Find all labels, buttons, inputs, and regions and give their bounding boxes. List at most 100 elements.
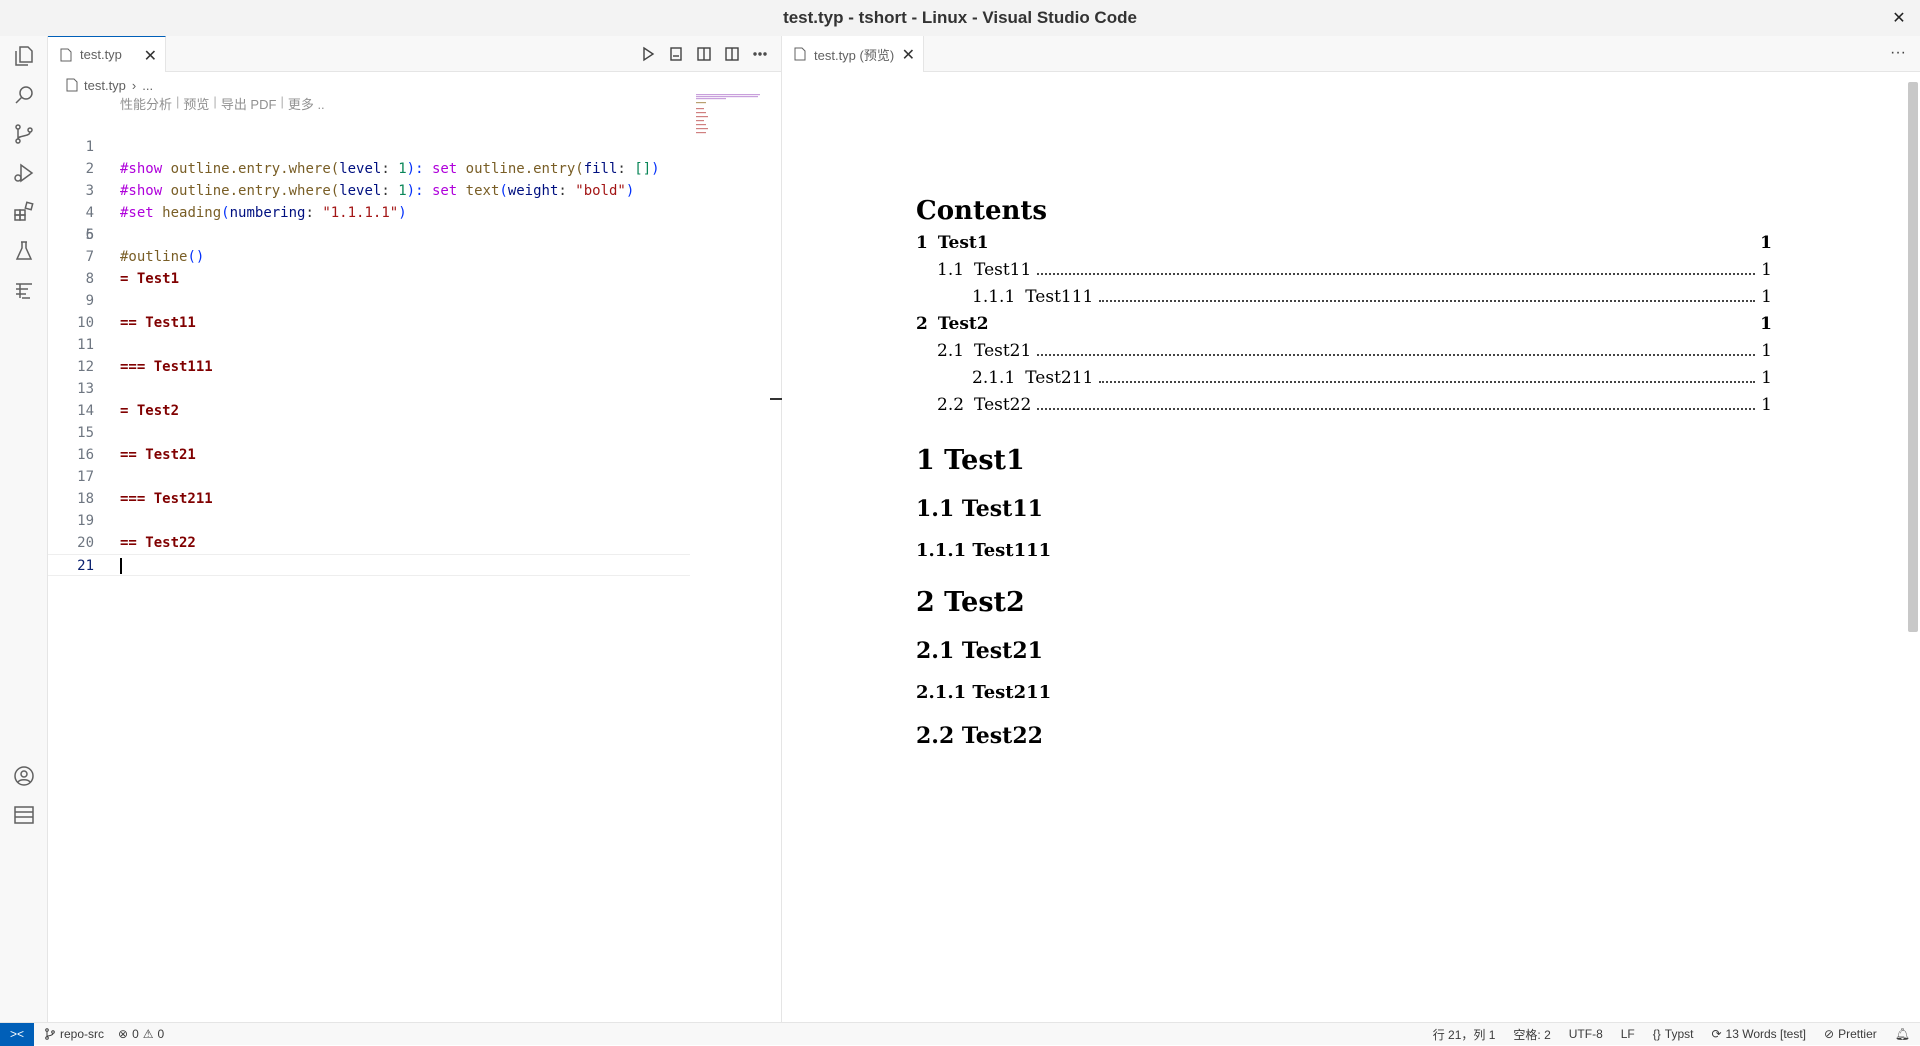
toc-entry[interactable]: 2 Test2 1 <box>916 311 1772 338</box>
word-count[interactable]: ⟳ 13 Words [test] <box>1711 1027 1806 1041</box>
codelens-preview[interactable]: 预览 <box>183 94 209 114</box>
code-line[interactable]: 13 <box>48 378 688 400</box>
code-editor[interactable]: 1 #show outline.entry.where(level: 1): s… <box>48 114 690 576</box>
warning-icon: ⚠ <box>142 1027 154 1041</box>
window-close-icon[interactable]: ✕ <box>1888 7 1910 29</box>
encoding[interactable]: UTF-8 <box>1569 1027 1603 1041</box>
testing-icon[interactable] <box>10 237 38 265</box>
code-line[interactable]: 9 <box>48 290 688 312</box>
account-icon[interactable] <box>10 762 38 790</box>
toc-page: 1 <box>1760 233 1772 253</box>
tab-close-icon[interactable]: ✕ <box>144 46 157 66</box>
line-number: 17 <box>77 469 94 485</box>
breadcrumb-more[interactable]: ... <box>142 78 153 93</box>
heading-source: = Test1 <box>120 271 180 287</box>
activity-bar <box>0 36 48 1022</box>
cursor-position[interactable]: 行 21，列 1 <box>1433 1026 1496 1043</box>
editor-sash[interactable] <box>770 398 782 400</box>
preview-scrollbar[interactable] <box>1908 82 1918 632</box>
notifications-icon[interactable]: 🔔︎ <box>1895 1027 1910 1041</box>
split-editor-icon[interactable] <box>723 45 741 63</box>
prettier-icon: ⊘ <box>1824 1027 1835 1041</box>
line-number: 18 <box>77 491 94 507</box>
code-line[interactable]: 19 <box>48 510 688 532</box>
code-line[interactable]: 7 <box>48 246 688 268</box>
tab-preview[interactable]: test.typ (预览) ✕ <box>782 36 924 72</box>
indentation[interactable]: 空格: 2 <box>1513 1026 1550 1043</box>
toc-entry[interactable]: 1.1.1 Test111 1 <box>916 284 1772 311</box>
code-line[interactable]: 18 === Test211 <box>48 488 688 510</box>
more-actions-icon[interactable]: ··· <box>1890 44 1906 62</box>
status-bar: >< repo-src ⊗ 0 ⚠ 0 行 21，列 1 空格: 2 UTF-8… <box>0 1022 1920 1046</box>
code-line[interactable]: 3 #set heading(numbering: "1.1.1.1") <box>48 158 688 221</box>
codelens-profile[interactable]: 性能分析 <box>120 94 172 114</box>
toc-title: Test2 <box>937 314 989 334</box>
codelens-export-pdf[interactable]: 导出 PDF <box>221 94 277 114</box>
toc-entry[interactable]: 2.2 Test22 1 <box>916 392 1772 419</box>
line-number: 19 <box>77 513 94 529</box>
toc-entry[interactable]: 1.1 Test11 1 <box>916 257 1772 284</box>
preview-tab-bar: test.typ (预览) ✕ ··· <box>782 36 1920 72</box>
code-line[interactable]: 16 == Test21 <box>48 444 688 466</box>
open-preview-icon[interactable] <box>695 45 713 63</box>
manage-icon[interactable] <box>10 801 38 829</box>
code-line[interactable]: 6 <box>48 224 688 246</box>
code-line[interactable]: 4 <box>48 180 688 221</box>
problems-status[interactable]: ⊗ 0 ⚠ 0 <box>118 1027 164 1041</box>
prettier-status[interactable]: ⊘ Prettier <box>1824 1027 1877 1041</box>
code-line[interactable]: 20 == Test22 <box>48 532 688 554</box>
explorer-icon[interactable] <box>10 42 38 70</box>
breadcrumb-separator: › <box>131 77 137 93</box>
search-icon[interactable] <box>10 81 38 109</box>
tab-close-icon[interactable]: ✕ <box>902 45 915 65</box>
heading-source: === Test111 <box>120 359 213 375</box>
toc-title: Test111 <box>1025 287 1094 307</box>
braces-icon: {} <box>1652 1027 1661 1041</box>
export-pdf-icon[interactable] <box>667 45 685 63</box>
line-number: 6 <box>85 227 94 243</box>
code-line[interactable]: 5 #outline() <box>48 202 688 265</box>
language-mode[interactable]: {} Typst <box>1653 1027 1694 1041</box>
typst-icon[interactable] <box>10 276 38 304</box>
run-icon[interactable] <box>639 45 657 63</box>
toc-entry[interactable]: 2.1.1 Test211 1 <box>916 365 1772 392</box>
code-line[interactable]: 1 #show outline.entry.where(level: 1): s… <box>48 114 688 177</box>
run-debug-icon[interactable] <box>10 159 38 187</box>
line-number: 11 <box>77 337 94 353</box>
tab-label: test.typ <box>80 47 122 62</box>
tab-test-typ[interactable]: test.typ ✕ <box>48 36 166 72</box>
code-line[interactable]: 14 = Test2 <box>48 400 688 422</box>
code-line[interactable]: 17 <box>48 466 688 488</box>
remote-indicator[interactable]: >< <box>0 1022 34 1046</box>
code-line[interactable]: 2 #show outline.entry.where(level: 1): s… <box>48 136 688 199</box>
toc-entry[interactable]: 2.1 Test21 1 <box>916 338 1772 365</box>
code-line[interactable]: 8 = Test1 <box>48 268 688 290</box>
window-title: test.typ - tshort - Linux - Visual Studi… <box>783 8 1137 27</box>
more-actions-icon[interactable] <box>751 45 769 63</box>
code-line[interactable]: 15 <box>48 422 688 444</box>
heading-source: === Test211 <box>120 491 213 507</box>
extensions-icon[interactable] <box>10 198 38 226</box>
heading-source: == Test21 <box>120 447 196 463</box>
branch-icon <box>45 1028 55 1040</box>
toc-entry[interactable]: 1 Test1 1 <box>916 230 1772 257</box>
toc-title: Test1 <box>937 233 989 253</box>
code-line[interactable]: 11 <box>48 334 688 356</box>
breadcrumb-file[interactable]: test.typ <box>84 78 126 93</box>
code-line[interactable]: 12 === Test111 <box>48 356 688 378</box>
codelens-more[interactable]: 更多 .. <box>288 94 325 114</box>
line-number: 7 <box>85 249 94 265</box>
toc-leader <box>1037 273 1756 275</box>
doc-heading: 2.1 Test21 <box>916 638 1043 664</box>
source-control-icon[interactable] <box>10 120 38 148</box>
toc-number: 1.1 <box>937 260 965 280</box>
heading-source: = Test2 <box>120 403 180 419</box>
branch-status[interactable]: repo-src <box>44 1027 104 1041</box>
code-line[interactable]: 10 == Test11 <box>48 312 688 334</box>
toc-number: 2 <box>916 314 928 334</box>
minimap[interactable] <box>696 94 766 134</box>
branch-name: repo-src <box>60 1027 105 1041</box>
file-icon <box>66 78 78 92</box>
end-of-line[interactable]: LF <box>1621 1027 1635 1041</box>
code-line-current[interactable]: 21 <box>48 554 690 576</box>
